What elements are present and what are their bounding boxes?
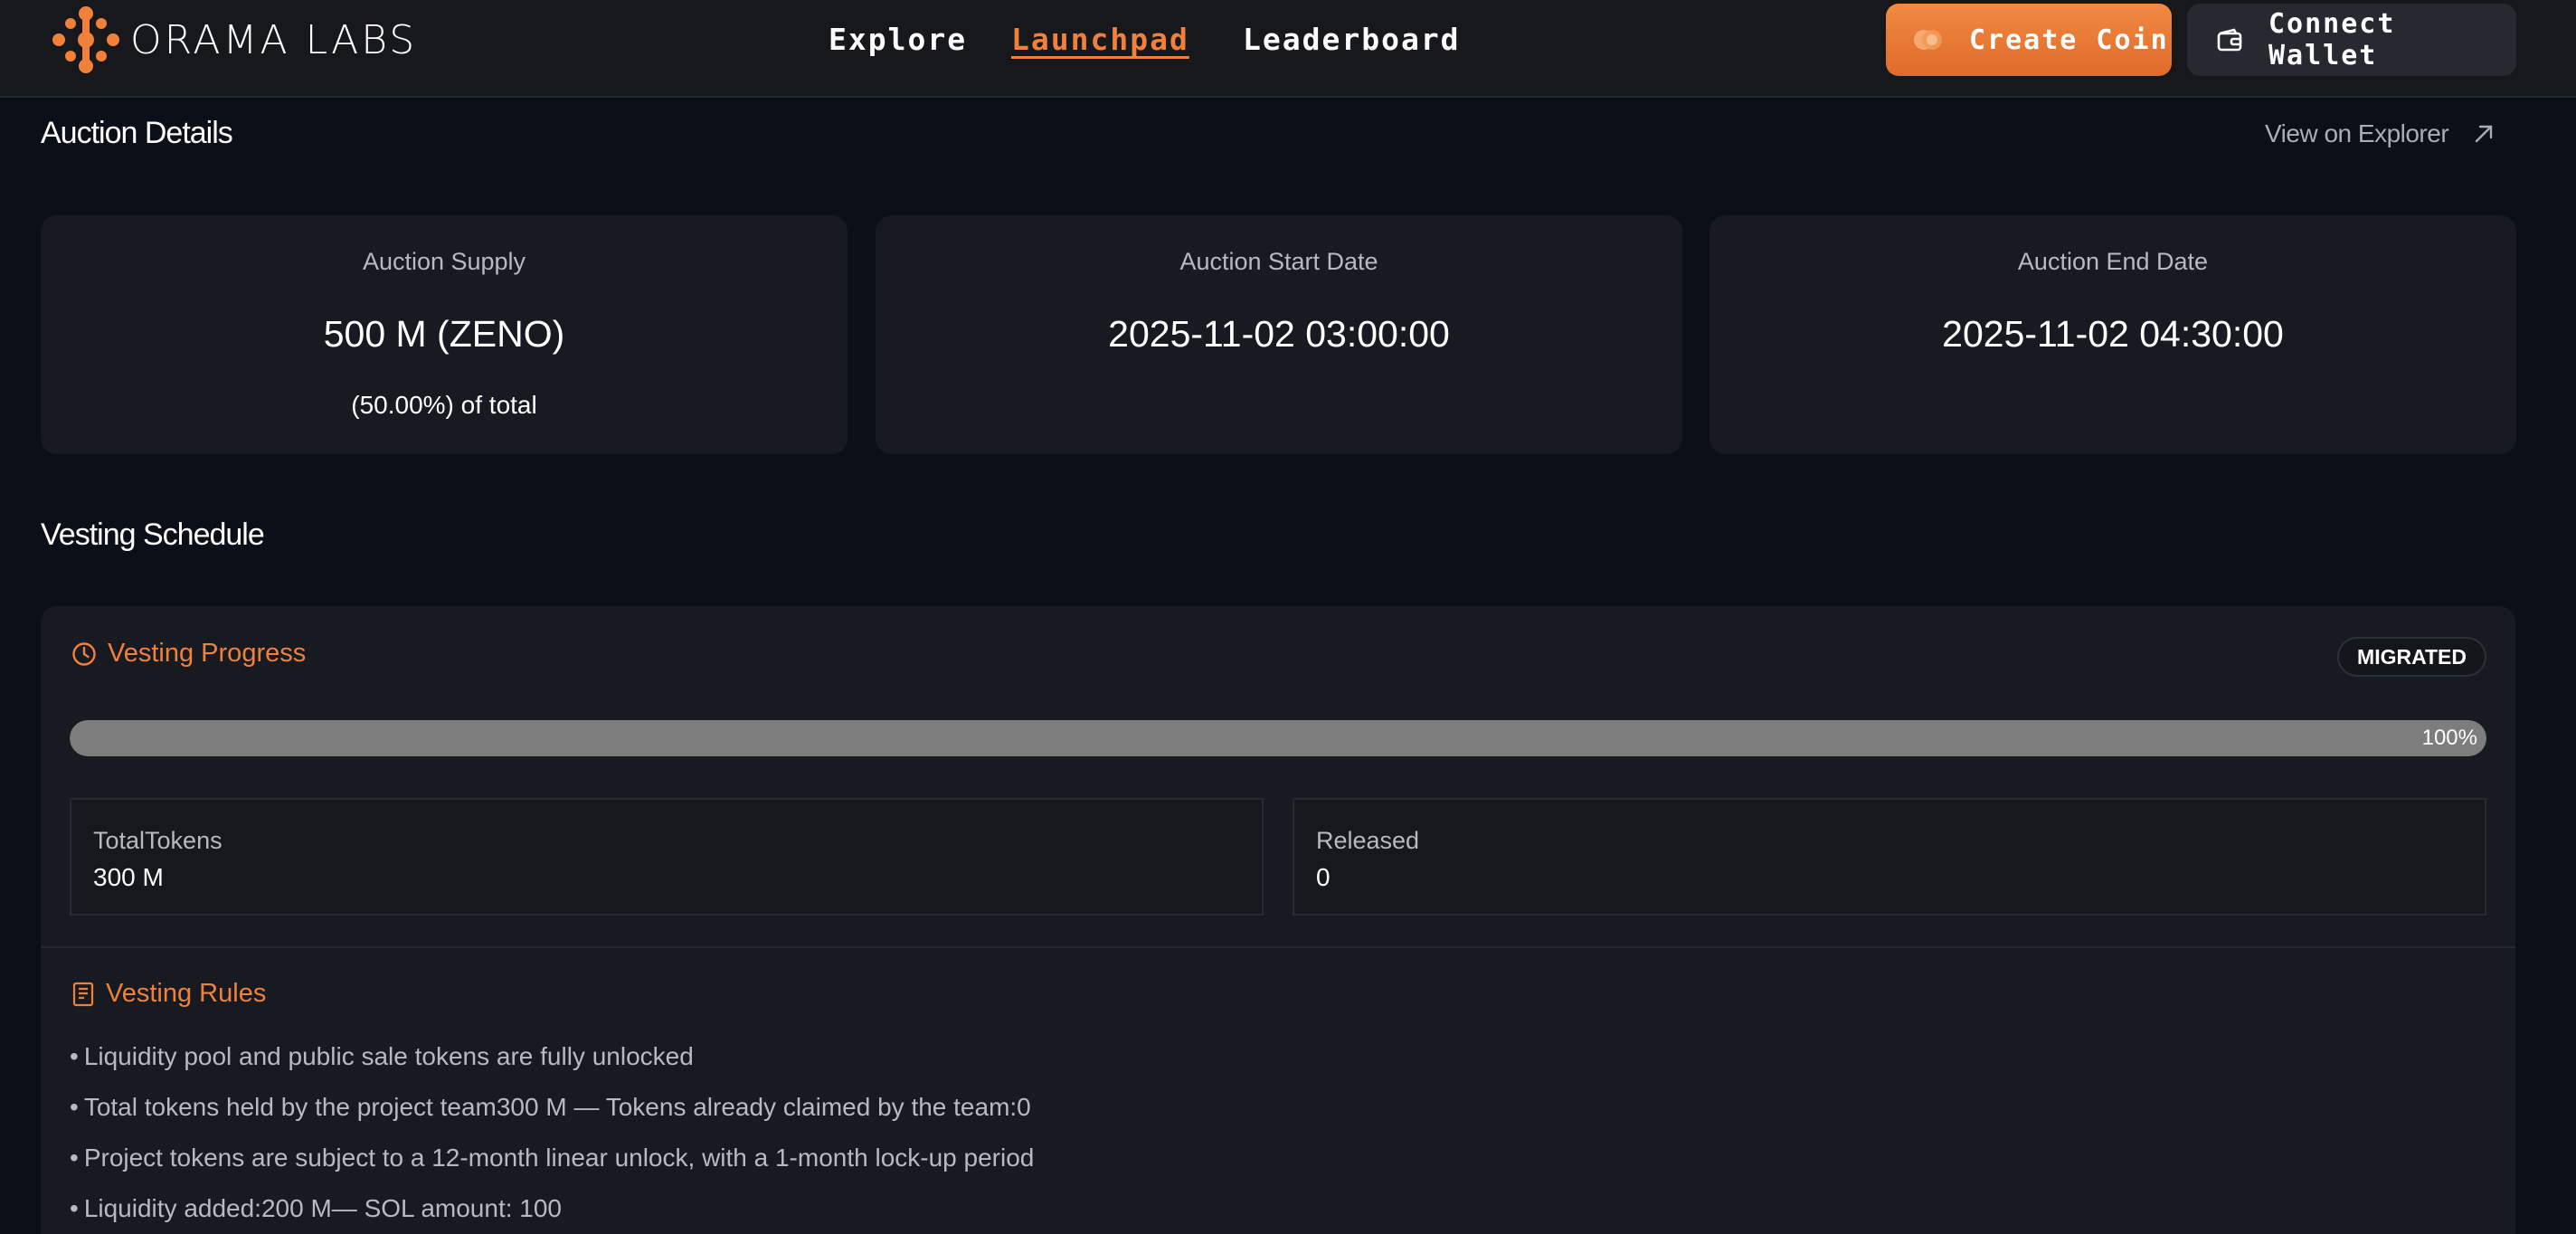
view-on-explorer-label: View on Explorer <box>2265 119 2449 147</box>
vesting-panel: Vesting Progress MIGRATED 100% TotalToke… <box>41 606 2515 1234</box>
card-value: 2025-11-02 03:00:00 <box>1108 313 1450 355</box>
list-item: • Project tokens are subject to a 12-mont… <box>70 1144 1035 1172</box>
vesting-rules-title: Vesting Rules <box>71 979 266 1009</box>
vesting-progress-title: Vesting Progress <box>71 639 306 669</box>
card-label: Auction End Date <box>2017 248 2209 275</box>
nav-explore[interactable]: Explore <box>829 18 967 62</box>
released-stat: Released 0 <box>1293 798 2486 916</box>
auction-supply-card: Auction Supply 500 M (ZENO) (50.00%) of … <box>41 215 848 454</box>
list-item: • Total tokens held by the project team30… <box>70 1093 1031 1121</box>
progress-fill <box>70 720 2486 756</box>
create-coin-button[interactable]: Create Coin <box>1886 4 2172 76</box>
nav-leaderboard[interactable]: Leaderboard <box>1243 18 1461 62</box>
clock-icon <box>71 641 97 667</box>
document-icon <box>71 982 95 1007</box>
card-value: 2025-11-02 04:30:00 <box>1942 313 2284 355</box>
card-subtext: (50.00%) of total <box>351 391 537 419</box>
page: ORAMA LABS Explore Launchpad Leaderboard… <box>0 0 2576 1234</box>
vesting-rules-label: Vesting Rules <box>106 979 267 1008</box>
rule-text: Project tokens are subject to a 12-month… <box>83 1144 1035 1172</box>
rule-text: Liquidity pool and public sale tokens ar… <box>83 1042 694 1070</box>
auction-end-date-card: Auction End Date 2025-11-02 04:30:00 <box>1709 215 2516 454</box>
wallet-icon <box>2216 26 2243 53</box>
vesting-progress-label: Vesting Progress <box>108 639 307 668</box>
divider <box>41 946 2515 948</box>
rule-text: Total tokens held by the project team300… <box>83 1093 1031 1121</box>
connect-wallet-label: Connect Wallet <box>2268 8 2396 71</box>
vesting-rules-list: • Liquidity pool and public sale tokens a… <box>70 1031 1034 1234</box>
list-item: • Liquidity added:200 M— SOL amount: 100 <box>70 1194 562 1222</box>
stat-label: TotalTokens <box>93 827 223 854</box>
status-badge: MIGRATED <box>2337 637 2486 677</box>
auction-details-title: Auction Details <box>41 116 233 150</box>
nav-launchpad[interactable]: Launchpad <box>1011 18 1189 62</box>
card-value: 500 M (ZENO) <box>323 313 565 355</box>
auction-start-date-card: Auction Start Date 2025-11-02 03:00:00 <box>876 215 1682 454</box>
stat-value: 0 <box>1316 863 1331 891</box>
stat-value: 300 M <box>93 863 164 891</box>
progress-percent-label: 100% <box>2421 726 2477 750</box>
card-label: Auction Start Date <box>1179 248 1378 275</box>
view-on-explorer-link[interactable]: View on Explorer <box>2265 119 2496 148</box>
create-coin-label: Create Coin <box>1969 24 2169 56</box>
rule-text: Liquidity added:200 M— SOL amount: 100 <box>83 1194 562 1222</box>
stat-label: Released <box>1316 827 1420 854</box>
vesting-progress-bar: 100% <box>70 720 2486 756</box>
card-label: Auction Supply <box>362 248 526 275</box>
coin-icon <box>1913 28 1944 52</box>
vesting-schedule-title: Vesting Schedule <box>41 517 265 552</box>
list-item: • Liquidity pool and public sale tokens a… <box>70 1042 694 1070</box>
top-navbar: ORAMA LABS Explore Launchpad Leaderboard… <box>0 0 2576 98</box>
total-tokens-stat: TotalTokens 300 M <box>70 798 1264 916</box>
connect-wallet-button[interactable]: Connect Wallet <box>2187 4 2516 76</box>
external-arrow-icon <box>2472 122 2496 146</box>
